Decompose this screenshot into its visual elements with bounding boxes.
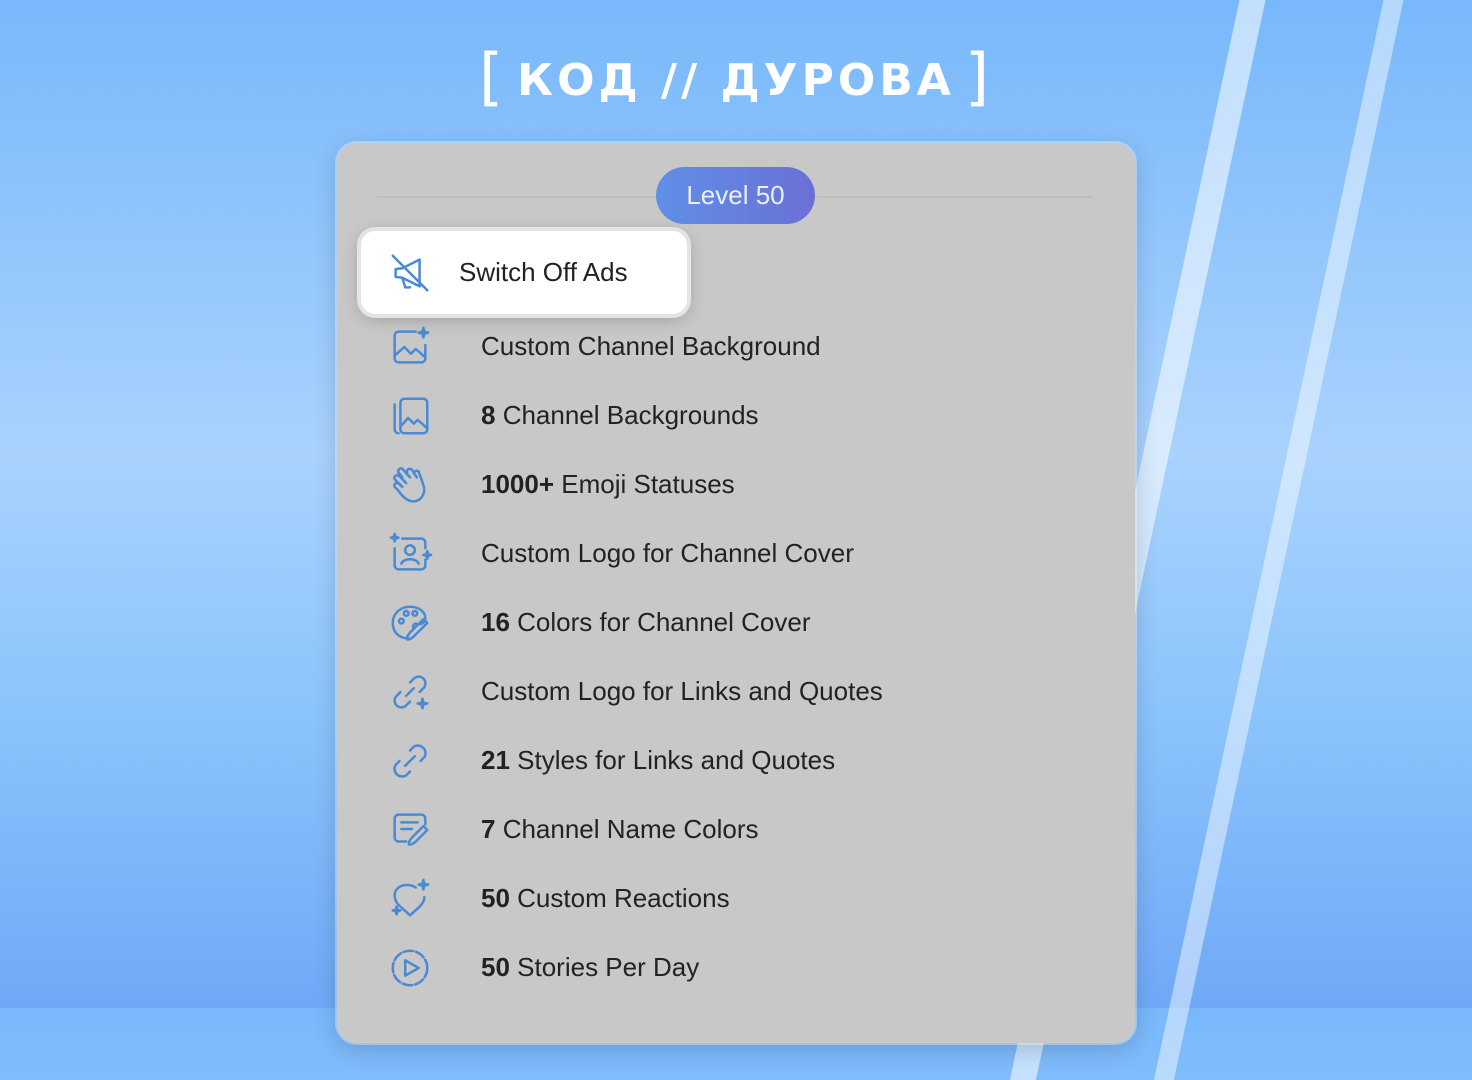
feature-custom-channel-background[interactable]: Custom Channel Background xyxy=(361,312,821,381)
image-sparkle-icon xyxy=(385,322,435,372)
brand-text: КОД // ДУРОВА xyxy=(517,54,955,106)
feature-label: Switch Off Ads xyxy=(459,257,628,287)
link-sparkle-icon xyxy=(385,667,435,717)
feature-label: Styles for Links and Quotes xyxy=(509,745,836,775)
feature-emoji-statuses[interactable]: 1000+ Emoji Statuses xyxy=(361,450,735,519)
feature-label: Channel Name Colors xyxy=(495,814,759,844)
link-icon xyxy=(385,736,435,786)
feature-count: 21 xyxy=(481,745,510,775)
level-features-card: Level 50 Switch Off Ads Custom Channel B… xyxy=(337,143,1135,1043)
feature-styles-links-quotes[interactable]: 21 Styles for Links and Quotes xyxy=(361,726,835,795)
feature-colors-channel-cover[interactable]: 16 Colors for Channel Cover xyxy=(361,588,811,657)
feature-count: 50 xyxy=(481,883,510,913)
feature-label: Colors for Channel Cover xyxy=(509,607,811,637)
play-circle-icon xyxy=(385,943,435,993)
feature-channel-backgrounds[interactable]: 8 Channel Backgrounds xyxy=(361,381,759,450)
feature-label: Custom Reactions xyxy=(509,883,730,913)
wave-hand-icon xyxy=(385,460,435,510)
feature-label: Stories Per Day xyxy=(509,952,700,982)
divider xyxy=(817,196,1092,198)
edit-lines-icon xyxy=(385,805,435,855)
feature-switch-off-ads[interactable]: Switch Off Ads xyxy=(361,231,687,314)
feature-stories-per-day[interactable]: 50 Stories Per Day xyxy=(361,933,699,1002)
feature-count: 50 xyxy=(481,952,510,982)
feature-custom-logo-links-quotes[interactable]: Custom Logo for Links and Quotes xyxy=(361,657,883,726)
brand-close-bracket: ] xyxy=(964,40,994,113)
divider xyxy=(377,196,657,198)
feature-count: 1000+ xyxy=(481,469,555,499)
feature-label: Custom Channel Background xyxy=(481,331,821,361)
ads-off-icon xyxy=(385,248,435,298)
feature-label: Custom Logo for Channel Cover xyxy=(481,538,854,568)
brand-open-bracket: [ xyxy=(478,40,508,113)
feature-channel-name-colors[interactable]: 7 Channel Name Colors xyxy=(361,795,758,864)
feature-count: 7 xyxy=(481,814,496,844)
feature-count: 8 xyxy=(481,400,496,430)
feature-custom-logo-channel-cover[interactable]: Custom Logo for Channel Cover xyxy=(361,519,854,588)
decorative-stripe xyxy=(1153,0,1412,1080)
image-stack-icon xyxy=(385,391,435,441)
palette-icon xyxy=(385,598,435,648)
feature-label: Custom Logo for Links and Quotes xyxy=(481,676,883,706)
level-badge: Level 50 xyxy=(656,167,815,224)
feature-custom-reactions[interactable]: 50 Custom Reactions xyxy=(361,864,730,933)
heart-sparkle-icon xyxy=(385,874,435,924)
feature-label: Channel Backgrounds xyxy=(495,400,759,430)
feature-label: Emoji Statuses xyxy=(554,469,735,499)
feature-count: 16 xyxy=(481,607,510,637)
brand-logo: [ КОД // ДУРОВА ] xyxy=(0,46,1472,108)
user-sparkle-icon xyxy=(385,529,435,579)
